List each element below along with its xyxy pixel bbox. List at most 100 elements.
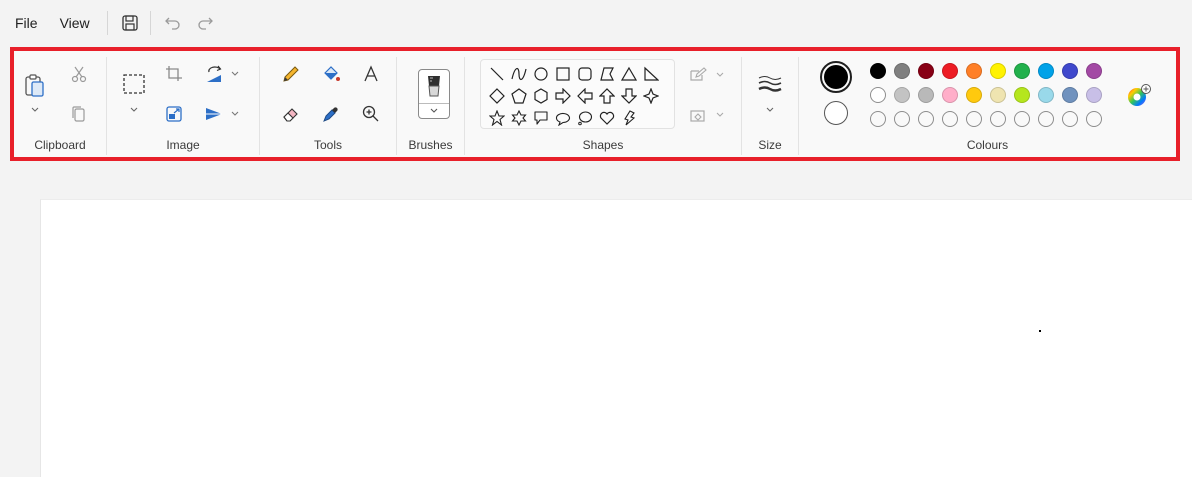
paste-icon[interactable] [20, 69, 50, 103]
colour-swatch[interactable] [1038, 87, 1054, 103]
save-icon[interactable] [114, 7, 146, 39]
color-picker-icon[interactable] [316, 99, 346, 129]
heart-shape-icon[interactable] [597, 108, 617, 128]
curve-shape-icon[interactable] [509, 64, 529, 84]
rotate-chevron-down-icon[interactable] [230, 69, 240, 79]
cut-icon[interactable] [64, 59, 94, 89]
hexagon-shape-icon[interactable] [531, 86, 551, 106]
eraser-icon[interactable] [276, 99, 306, 129]
clipboard-label: Clipboard [34, 138, 86, 152]
menu-file[interactable]: File [6, 9, 47, 37]
cloud-callout-shape-icon[interactable] [575, 108, 595, 128]
line-width-icon[interactable] [755, 69, 785, 99]
custom-colour-slot[interactable] [1014, 111, 1030, 127]
colour-swatch[interactable] [1038, 63, 1054, 79]
primary-color[interactable] [820, 61, 852, 93]
shapes-gallery [480, 59, 675, 129]
colours-label: Colours [966, 138, 1009, 152]
line-shape-icon[interactable] [487, 64, 507, 84]
colour-swatch[interactable] [966, 63, 982, 79]
custom-colour-slot[interactable] [942, 111, 958, 127]
resize-icon[interactable] [159, 99, 189, 129]
select-chevron-down-icon[interactable] [129, 105, 139, 115]
brushes-label: Brushes [408, 138, 453, 152]
canvas-dot [1039, 330, 1041, 332]
colour-swatch[interactable] [966, 87, 982, 103]
colour-swatch[interactable] [1086, 63, 1102, 79]
magnifier-icon[interactable] [356, 99, 386, 129]
custom-colour-slot[interactable] [990, 111, 1006, 127]
custom-colour-slot[interactable] [1038, 111, 1054, 127]
drawing-canvas[interactable] [40, 199, 1192, 477]
colour-swatch[interactable] [1086, 87, 1102, 103]
colour-swatch[interactable] [894, 87, 910, 103]
undo-icon[interactable] [157, 7, 189, 39]
five-point-star-shape-icon[interactable] [487, 108, 507, 128]
diamond-shape-icon[interactable] [487, 86, 507, 106]
rounded-rectangle-shape-icon[interactable] [575, 64, 595, 84]
select-icon[interactable] [119, 69, 149, 99]
menu-view[interactable]: View [51, 9, 99, 37]
shape-outline-icon[interactable] [686, 63, 710, 87]
size-chevron-down-icon[interactable] [765, 105, 775, 115]
paste-chevron-down-icon[interactable] [30, 105, 40, 115]
six-point-star-shape-icon[interactable] [509, 108, 529, 128]
colour-swatch[interactable] [990, 87, 1006, 103]
redo-icon[interactable] [189, 7, 221, 39]
canvas-area [0, 170, 1192, 477]
crop-icon[interactable] [159, 59, 189, 89]
right-arrow-shape-icon[interactable] [553, 86, 573, 106]
custom-colour-slot[interactable] [894, 111, 910, 127]
colour-swatch[interactable] [1062, 63, 1078, 79]
fill-bucket-icon[interactable] [316, 59, 346, 89]
text-icon[interactable] [356, 59, 386, 89]
flip-chevron-down-icon[interactable] [230, 109, 240, 119]
colour-swatch[interactable] [894, 63, 910, 79]
fill-chevron-down-icon[interactable] [715, 110, 725, 120]
custom-colour-slot[interactable] [966, 111, 982, 127]
image-group: Image [107, 51, 259, 157]
rectangular-callout-shape-icon[interactable] [531, 108, 551, 128]
edit-colours-icon[interactable] [1124, 81, 1154, 111]
flip-icon[interactable] [199, 99, 229, 129]
copy-icon[interactable] [64, 99, 94, 129]
colour-swatch[interactable] [942, 87, 958, 103]
down-arrow-shape-icon[interactable] [619, 86, 639, 106]
polygon-shape-icon[interactable] [597, 64, 617, 84]
custom-colour-slot[interactable] [918, 111, 934, 127]
lightning-shape-icon[interactable] [619, 108, 639, 128]
colour-swatch[interactable] [1014, 87, 1030, 103]
primary-color-swatch [824, 65, 848, 89]
oval-shape-icon[interactable] [531, 64, 551, 84]
colour-swatch[interactable] [918, 87, 934, 103]
brush-icon [428, 76, 440, 97]
size-label: Size [758, 138, 782, 152]
custom-colour-slot[interactable] [1062, 111, 1078, 127]
outline-chevron-down-icon[interactable] [715, 70, 725, 80]
menu-divider [149, 11, 151, 35]
four-point-star-shape-icon[interactable] [641, 86, 661, 106]
shape-fill-icon[interactable] [686, 103, 710, 127]
pentagon-shape-icon[interactable] [509, 86, 529, 106]
secondary-color[interactable] [824, 101, 848, 125]
tools-label: Tools [313, 138, 342, 152]
colour-swatch[interactable] [1062, 87, 1078, 103]
rectangle-shape-icon[interactable] [553, 64, 573, 84]
rotate-icon[interactable] [199, 59, 229, 89]
custom-colour-slot[interactable] [870, 111, 886, 127]
brush-button[interactable] [418, 69, 450, 119]
colour-swatch[interactable] [870, 63, 886, 79]
colour-swatch[interactable] [1014, 63, 1030, 79]
pencil-icon[interactable] [276, 59, 306, 89]
right-triangle-shape-icon[interactable] [641, 64, 661, 84]
oval-callout-shape-icon[interactable] [553, 108, 573, 128]
custom-colour-slot[interactable] [1086, 111, 1102, 127]
triangle-shape-icon[interactable] [619, 64, 639, 84]
colour-swatch[interactable] [918, 63, 934, 79]
colour-swatch[interactable] [990, 63, 1006, 79]
colours-group: Colours [799, 51, 1176, 157]
left-arrow-shape-icon[interactable] [575, 86, 595, 106]
up-arrow-shape-icon[interactable] [597, 86, 617, 106]
colour-swatch[interactable] [870, 87, 886, 103]
colour-swatch[interactable] [942, 63, 958, 79]
